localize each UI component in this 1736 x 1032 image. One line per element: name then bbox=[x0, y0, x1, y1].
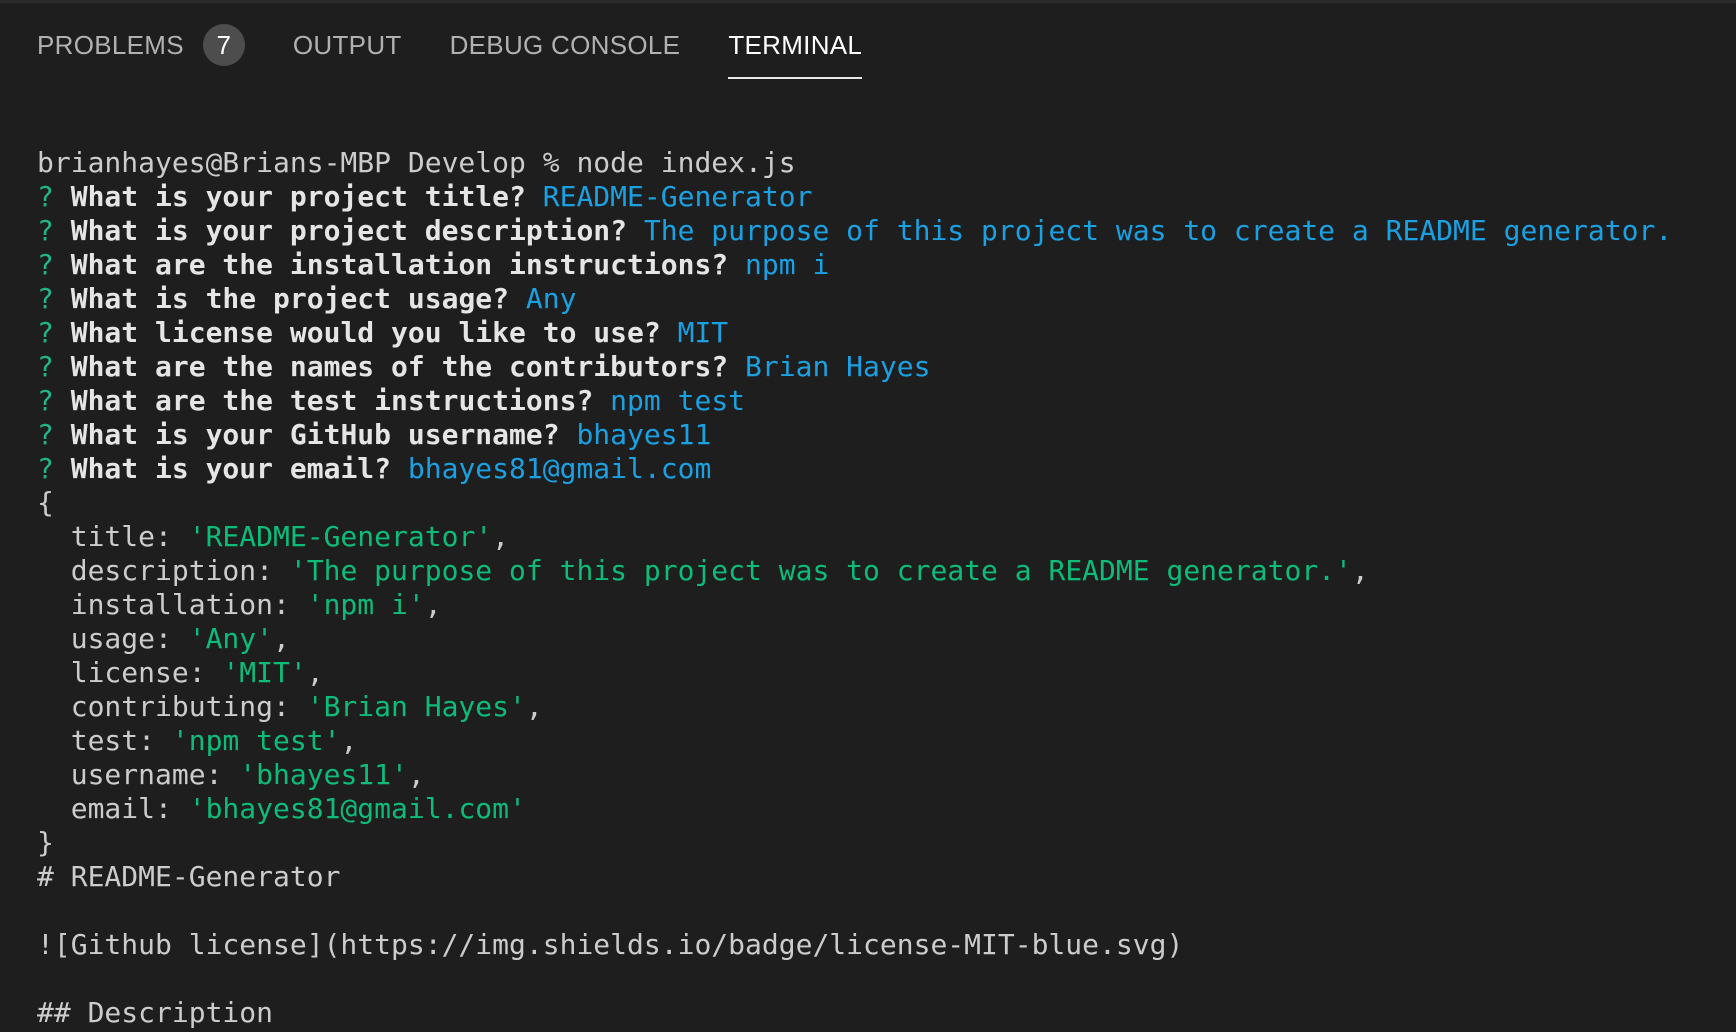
field-value: 'MIT' bbox=[222, 656, 307, 689]
problems-count-badge: 7 bbox=[202, 24, 245, 66]
answer-text: bhayes81@gmail.com bbox=[407, 452, 712, 485]
readme-title-line: # README-Generator bbox=[37, 860, 341, 893]
field-key: username: bbox=[37, 758, 240, 791]
question-mark: ? bbox=[37, 316, 54, 349]
question-mark: ? bbox=[37, 214, 54, 247]
question-text: What is your GitHub username? bbox=[70, 418, 560, 451]
answer-text: npm test bbox=[610, 384, 746, 417]
question-mark: ? bbox=[37, 350, 54, 383]
field-separator: , bbox=[424, 588, 442, 621]
tab-problems[interactable]: PROBLEMS 7 bbox=[37, 3, 245, 87]
object-field-line: contributing: 'Brian Hayes', bbox=[37, 690, 1717, 724]
field-key: usage: bbox=[37, 622, 189, 655]
tab-problems-label: PROBLEMS bbox=[37, 29, 184, 60]
field-key: title: bbox=[37, 520, 189, 553]
field-key: description: bbox=[37, 554, 290, 587]
field-separator: , bbox=[492, 520, 510, 553]
readme-description-heading: ## Description bbox=[37, 996, 274, 1029]
field-value: 'bhayes11' bbox=[239, 758, 408, 791]
readme-badge-line: ![Github license](https://img.shields.io… bbox=[37, 928, 1184, 961]
qa-line: ? What is your GitHub username? bhayes11 bbox=[37, 418, 1717, 452]
field-separator: , bbox=[306, 656, 324, 689]
qa-line: ? What is the project usage? Any bbox=[37, 282, 1717, 316]
object-field-line: username: 'bhayes11', bbox=[37, 758, 1717, 792]
answer-text: MIT bbox=[677, 316, 729, 349]
question-text: What license would you like to use? bbox=[70, 316, 661, 349]
qa-line: ? What are the test instructions? npm te… bbox=[37, 384, 1717, 418]
tab-terminal-label: TERMINAL bbox=[728, 29, 863, 60]
object-field-line: license: 'MIT', bbox=[37, 656, 1717, 690]
object-field-line: email: 'bhayes81@gmail.com' bbox=[37, 792, 1717, 826]
terminal-prompt-line: brianhayes@Brians-MBP Develop % node ind… bbox=[37, 146, 1717, 180]
question-mark: ? bbox=[37, 180, 54, 213]
field-value: 'README-Generator' bbox=[188, 520, 493, 553]
field-value: 'npm test' bbox=[171, 724, 341, 757]
question-text: What are the names of the contributors? bbox=[70, 350, 729, 383]
tab-terminal[interactable]: TERMINAL bbox=[728, 3, 863, 87]
qa-line: ? What is your project title? README-Gen… bbox=[37, 180, 1717, 214]
field-value: 'Brian Hayes' bbox=[306, 690, 526, 723]
terminal-output[interactable]: brianhayes@Brians-MBP Develop % node ind… bbox=[37, 146, 1717, 1032]
qa-line: ? What are the names of the contributors… bbox=[37, 350, 1717, 384]
qa-line: ? What is your email? bhayes81@gmail.com bbox=[37, 452, 1717, 486]
field-separator: , bbox=[525, 690, 543, 723]
question-mark: ? bbox=[37, 282, 54, 315]
field-separator: , bbox=[1351, 554, 1369, 587]
field-value: 'bhayes81@gmail.com' bbox=[188, 792, 526, 825]
field-key: installation: bbox=[37, 588, 307, 621]
answer-text: Any bbox=[525, 282, 577, 315]
answer-text: The purpose of this project was to creat… bbox=[643, 214, 1673, 247]
question-text: What are the installation instructions? bbox=[70, 248, 729, 281]
question-mark: ? bbox=[37, 418, 54, 451]
answer-text: bhayes11 bbox=[576, 418, 712, 451]
field-key: test: bbox=[37, 724, 172, 757]
question-mark: ? bbox=[37, 248, 54, 281]
tab-output[interactable]: OUTPUT bbox=[293, 3, 402, 87]
field-separator: , bbox=[407, 758, 425, 791]
object-field-line: test: 'npm test', bbox=[37, 724, 1717, 758]
answer-text: Brian Hayes bbox=[745, 350, 931, 383]
field-separator: , bbox=[273, 622, 290, 655]
question-text: What is your email? bbox=[70, 452, 392, 485]
question-mark: ? bbox=[37, 452, 54, 485]
tab-debug-console[interactable]: DEBUG CONSOLE bbox=[450, 3, 681, 87]
shell-prompt: brianhayes@Brians-MBP Develop % node ind… bbox=[37, 146, 796, 179]
question-text: What is your project description? bbox=[70, 214, 628, 247]
tab-debug-console-label: DEBUG CONSOLE bbox=[449, 29, 681, 60]
question-mark: ? bbox=[37, 384, 54, 417]
tab-output-label: OUTPUT bbox=[292, 29, 402, 60]
panel-tabs: PROBLEMS 7 OUTPUT DEBUG CONSOLE TERMINAL bbox=[0, 3, 1736, 88]
object-field-line: usage: 'Any', bbox=[37, 622, 1717, 656]
field-key: contributing: bbox=[37, 690, 307, 723]
field-value: 'npm i' bbox=[306, 588, 425, 621]
question-text: What is your project title? bbox=[70, 180, 526, 213]
answer-text: npm i bbox=[745, 248, 830, 281]
object-field-line: installation: 'npm i', bbox=[37, 588, 1717, 622]
qa-line: ? What are the installation instructions… bbox=[37, 248, 1717, 282]
question-text: What are the test instructions? bbox=[70, 384, 594, 417]
field-key: email: bbox=[37, 792, 189, 825]
object-field-line: description: 'The purpose of this projec… bbox=[37, 554, 1717, 588]
field-value: 'The purpose of this project was to crea… bbox=[289, 554, 1352, 587]
qa-line: ? What license would you like to use? MI… bbox=[37, 316, 1717, 350]
object-field-line: title: 'README-Generator', bbox=[37, 520, 1717, 554]
field-value: 'Any' bbox=[188, 622, 274, 655]
field-separator: , bbox=[340, 724, 358, 757]
answer-text: README-Generator bbox=[542, 180, 813, 213]
question-text: What is the project usage? bbox=[70, 282, 510, 315]
object-close-brace: } bbox=[37, 826, 54, 859]
qa-line: ? What is your project description? The … bbox=[37, 214, 1717, 248]
field-key: license: bbox=[37, 656, 223, 689]
object-open-brace: { bbox=[37, 486, 54, 519]
